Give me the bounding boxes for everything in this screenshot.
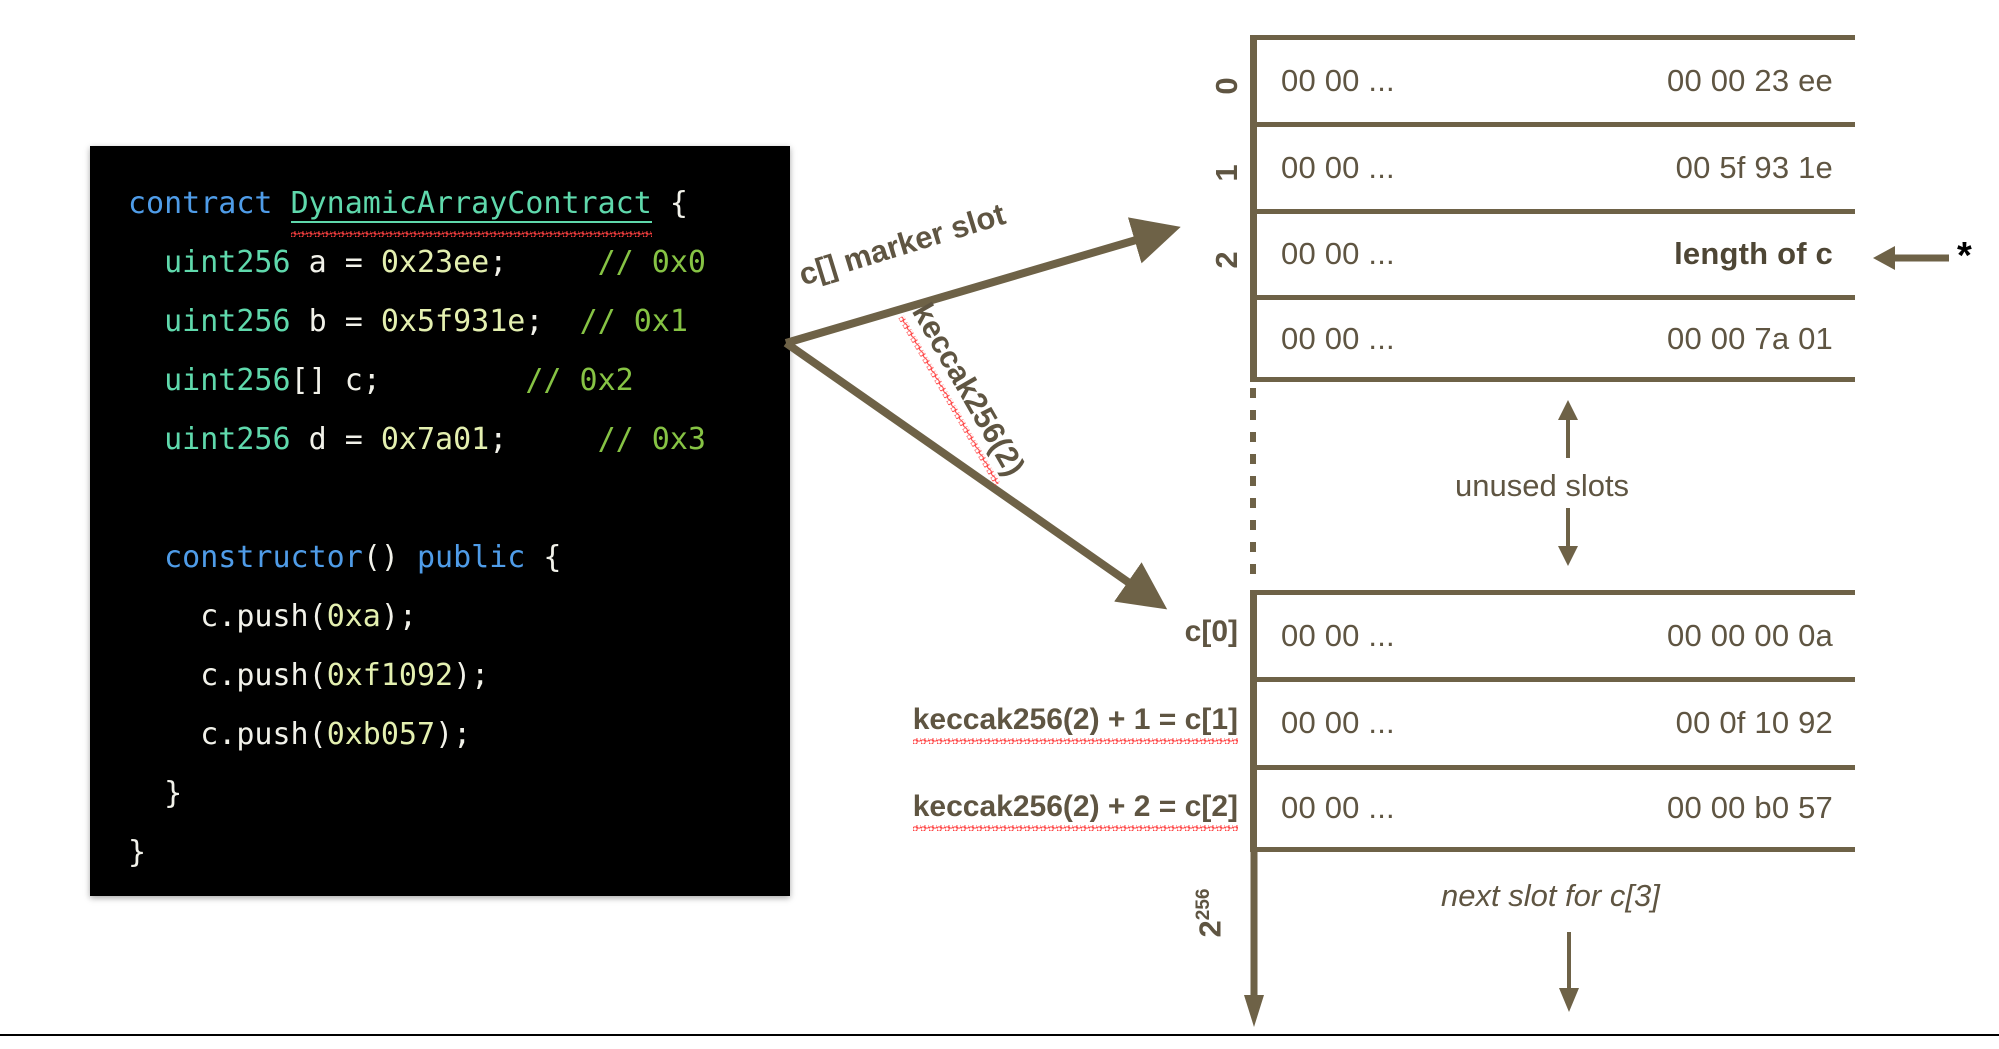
code-token-comment: // 0x3 — [597, 422, 706, 457]
code-token-ident: [] c; — [290, 363, 526, 398]
code-token-comment: // 0x2 — [525, 363, 634, 398]
code-token-punc: ; — [489, 422, 598, 457]
page-bottom-divider — [0, 1034, 1999, 1036]
unused-slots-label: unused slots — [1455, 468, 1630, 503]
code-token-punc: ); — [453, 658, 490, 693]
storage-slots-table-bottom: 00 00 ... 00 00 00 0a 00 00 ... 00 0f 10… — [1250, 590, 1855, 852]
table-row: 00 00 ... length of c — [1257, 208, 1855, 296]
code-line: uint256 a = 0x23ee; // 0x0 — [90, 233, 790, 292]
code-token-kw: constructor — [128, 540, 363, 575]
slot-value: 00 00 00 0a — [1667, 618, 1833, 654]
table-row: 00 00 ... 00 00 7a 01 — [1257, 295, 1855, 382]
code-lines: contract DynamicArrayContract { uint256 … — [90, 174, 790, 882]
table-row: 00 00 ... 00 00 00 0a — [1257, 590, 1855, 677]
keccak-c2-spellcheck-text: keccak256(2) + 2 = c[2] — [912, 790, 1239, 831]
axis-base: 2 — [1192, 920, 1228, 938]
code-token-ident: a = — [290, 245, 381, 280]
slot-index-0: 0 — [1209, 77, 1244, 95]
table-row: 00 00 ... 00 00 23 ee — [1257, 35, 1855, 122]
unused-slots-down-arrow — [1558, 508, 1578, 566]
code-line: } — [90, 764, 790, 823]
code-token-num: 0x5f931e — [380, 304, 526, 339]
code-line: } — [90, 823, 790, 882]
slot-index-1: 1 — [1209, 164, 1244, 182]
code-token-comment: // 0x1 — [579, 304, 688, 339]
code-token-num: 0xf1092 — [326, 658, 454, 693]
slot-value: 00 00 7a 01 — [1667, 320, 1833, 356]
slot-value: 00 0f 10 92 — [1675, 705, 1833, 741]
slot-prefix: 00 00 ... — [1281, 618, 1395, 654]
bottom-label-c1-wrap: keccak256(2) + 1 = c[1] — [838, 703, 1239, 744]
bottom-label-c2-wrap: keccak256(2) + 2 = c[2] — [838, 790, 1239, 831]
code-token-punc: ); — [380, 599, 417, 634]
table-row: 00 00 ... 00 0f 10 92 — [1257, 677, 1855, 764]
slot-value: 00 5f 93 1e — [1675, 149, 1833, 185]
table-row: 00 00 ... 00 00 b0 57 — [1257, 764, 1855, 852]
code-line: c.push(0xa); — [90, 587, 790, 646]
code-line: uint256 d = 0x7a01; // 0x3 — [90, 410, 790, 469]
code-line: constructor() public { — [90, 528, 790, 587]
code-token-type: uint256 — [128, 363, 291, 398]
code-token-type: uint256 — [128, 422, 291, 457]
code-line: uint256 b = 0x5f931e; // 0x1 — [90, 292, 790, 351]
length-of-c-pointer-arrow — [1873, 246, 1949, 270]
axis-label-2-to-256: 2256 — [1192, 889, 1228, 938]
code-token-kw: public — [417, 540, 526, 575]
code-token-ident: c.push( — [128, 717, 327, 752]
code-token-punc: ; — [489, 245, 598, 280]
code-token-type: uint256 — [128, 245, 291, 280]
bottom-label-c0-wrap: c[0] — [838, 615, 1238, 649]
code-token-punc: () — [362, 540, 417, 575]
code-token-type: uint256 — [128, 304, 291, 339]
storage-address-space-axis — [1244, 852, 1264, 1027]
axis-exponent: 256 — [1193, 888, 1215, 921]
code-token-kw: contract — [128, 186, 291, 221]
slot-prefix: 00 00 ... — [1281, 790, 1395, 826]
code-token-punc: ); — [435, 717, 472, 752]
contract-name: DynamicArrayContract — [290, 186, 652, 223]
code-line: uint256[] c; // 0x2 — [90, 351, 790, 410]
slot-prefix: 00 00 ... — [1281, 62, 1395, 98]
code-token-punc: } — [128, 776, 183, 811]
table-row: 00 00 ... 00 5f 93 1e — [1257, 121, 1855, 209]
code-token-num: 0x23ee — [380, 245, 490, 280]
code-line: contract DynamicArrayContract { — [90, 174, 790, 237]
code-line — [90, 469, 790, 528]
keccak-c1-spellcheck-text: keccak256(2) + 1 = c[1] — [912, 703, 1239, 744]
code-token-ident: b = — [290, 304, 381, 339]
code-token-num: 0x7a01 — [380, 422, 490, 457]
code-line: c.push(0xb057); — [90, 705, 790, 764]
storage-gap-dotted-line — [1250, 388, 1256, 584]
slot-value: 00 00 b0 57 — [1667, 790, 1833, 826]
code-token-punc: { — [651, 186, 688, 221]
bottom-label-c0: c[0] — [1184, 615, 1238, 648]
contract-name-spellcheck: DynamicArrayContract — [290, 174, 653, 237]
bottom-label-c2: keccak256(2) + 2 = c[2] — [912, 790, 1239, 831]
code-editor-panel: contract DynamicArrayContract { uint256 … — [90, 146, 790, 896]
slot-prefix: 00 00 ... — [1281, 149, 1395, 185]
next-slot-down-arrow — [1559, 932, 1579, 1012]
slot-value-length-of-c: length of c — [1674, 236, 1833, 272]
slot-prefix: 00 00 ... — [1281, 705, 1395, 741]
next-slot-for-c3-label: next slot for c[3] — [1441, 878, 1660, 913]
code-token-punc: ; — [525, 304, 580, 339]
code-token-num: 0xa — [326, 599, 381, 634]
slot-index-2: 2 — [1209, 251, 1244, 269]
storage-slots-table-top: 00 00 ... 00 00 23 ee 00 00 ... 00 5f 93… — [1250, 35, 1855, 382]
unused-slots-up-arrow — [1558, 400, 1578, 458]
code-token-ident: d = — [290, 422, 381, 457]
code-token-ident: c.push( — [128, 658, 327, 693]
code-token-punc — [128, 481, 146, 516]
asterisk-footnote-marker: * — [1957, 235, 1972, 277]
code-token-punc: { — [525, 540, 562, 575]
code-token-comment: // 0x0 — [597, 245, 706, 280]
code-line: c.push(0xf1092); — [90, 646, 790, 705]
slot-prefix: 00 00 ... — [1281, 320, 1395, 356]
bottom-label-c1: keccak256(2) + 1 = c[1] — [912, 703, 1239, 744]
code-token-ident: c.push( — [128, 599, 327, 634]
code-token-punc: } — [128, 835, 147, 870]
slot-value: 00 00 23 ee — [1667, 62, 1833, 98]
code-token-num: 0xb057 — [326, 717, 436, 752]
slot-prefix: 00 00 ... — [1281, 236, 1395, 272]
